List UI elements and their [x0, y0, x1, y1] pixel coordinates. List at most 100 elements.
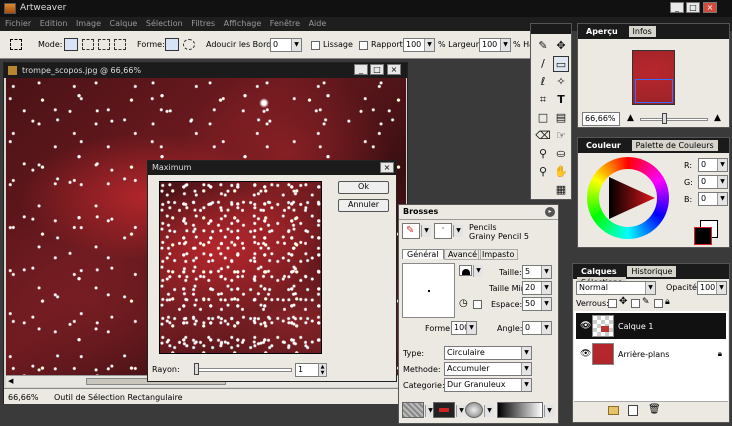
brush-tool-icon[interactable]: ✎	[535, 38, 551, 54]
forme-input[interactable]: 100 ▼	[451, 321, 477, 335]
lock-all-checkbox[interactable]	[654, 299, 663, 308]
chevron-down-icon[interactable]: ▼	[453, 225, 463, 237]
mode-add-icon[interactable]	[82, 39, 94, 50]
foreground-color-swatch[interactable]	[694, 227, 712, 245]
lasso-tool-icon[interactable]: ℓ	[535, 74, 551, 90]
chevron-down-icon[interactable]: ▼	[521, 347, 531, 359]
layer-row-arriere-plans[interactable]: 👁︎ Arrière-plans 🔒︎	[576, 341, 726, 367]
brush-tip-button[interactable]: ·	[434, 223, 452, 239]
cancel-button[interactable]: Annuler	[338, 199, 389, 212]
tab-palette[interactable]: Palette de Couleurs	[631, 140, 718, 151]
dialog-preview-image[interactable]	[159, 181, 322, 354]
adoucir-input[interactable]: 0 ▼	[270, 38, 302, 52]
clock-icon[interactable]: ◷	[459, 298, 468, 309]
chevron-down-icon[interactable]: ▼	[421, 225, 431, 237]
dialog-close-button[interactable]: ×	[380, 162, 394, 173]
lock-transparency-checkbox[interactable]	[608, 299, 617, 308]
ok-button[interactable]: Ok	[338, 181, 389, 194]
close-button[interactable]: ×	[703, 2, 717, 13]
tab-impasto[interactable]: Impasto	[478, 249, 519, 260]
menu-filtres[interactable]: Filtres	[191, 19, 215, 28]
pattern-swatch[interactable]	[465, 402, 483, 418]
preview-zoom-input[interactable]: 66,66%	[582, 112, 620, 126]
scroll-left-arrow[interactable]: ◀	[8, 377, 13, 385]
tab-general[interactable]: Général	[402, 249, 444, 259]
layer-row-calque-1[interactable]: 👁︎ Calque 1	[576, 313, 726, 339]
r-input[interactable]: 0 ▼	[698, 158, 728, 172]
grid-tool-icon[interactable]: ▦	[553, 182, 569, 198]
chevron-down-icon[interactable]: ▼	[424, 39, 434, 51]
new-folder-icon[interactable]	[608, 406, 619, 415]
menu-fenetre[interactable]: Fenêtre	[270, 19, 300, 28]
b-input[interactable]: 0 ▼	[698, 192, 728, 206]
menu-selection[interactable]: Sélection	[146, 19, 183, 28]
eyedropper-tool-icon[interactable]: ⚲	[535, 146, 551, 162]
type-select[interactable]: Circulaire ▼	[444, 346, 532, 360]
eraser-tool-icon[interactable]: ⌫	[535, 128, 551, 144]
categorie-select[interactable]: Dur Granuleux ▼	[444, 378, 532, 392]
largeur-input[interactable]: 100 ▼	[479, 38, 511, 52]
angle-input[interactable]: 0 ▼	[522, 321, 552, 335]
blend-mode-select[interactable]: Normal ▼	[576, 281, 656, 295]
mode-new-icon[interactable]	[64, 38, 78, 51]
doc-maximize-button[interactable]: □	[370, 64, 384, 75]
zoom-slider-thumb[interactable]	[662, 113, 667, 124]
marquee-tool-button[interactable]: ▭	[553, 56, 569, 72]
lock-paint-checkbox[interactable]	[631, 299, 640, 308]
tab-historique[interactable]: Historique	[627, 266, 677, 277]
menu-calque[interactable]: Calque	[110, 19, 138, 28]
eye-icon[interactable]: 👁︎	[580, 321, 591, 331]
chevron-down-icon[interactable]: ▼	[645, 282, 655, 294]
tab-calques[interactable]: Calques	[577, 266, 621, 277]
text-tool-icon[interactable]: T	[553, 92, 569, 108]
zoom-slider-track[interactable]	[640, 118, 708, 121]
zoom-out-icon[interactable]: ▲	[627, 113, 634, 123]
bucket-tool-icon[interactable]: ⛀	[553, 146, 569, 162]
shape-tool-icon[interactable]: □	[535, 110, 551, 126]
rapport-input[interactable]: 100 ▼	[403, 38, 435, 52]
lissage-checkbox[interactable]	[311, 41, 320, 50]
paper-swatch[interactable]	[433, 402, 455, 418]
chevron-down-icon[interactable]: ▼	[717, 193, 727, 205]
opacity-input[interactable]: 100 ▼	[697, 281, 727, 295]
maximize-button[interactable]: □	[686, 2, 700, 13]
chevron-down-icon[interactable]: ▼	[466, 322, 476, 334]
brush-shape-icon[interactable]	[459, 265, 472, 276]
chevron-down-icon[interactable]: ▼	[484, 405, 494, 417]
minimize-button[interactable]: _	[670, 2, 684, 13]
shape-ellipse-icon[interactable]	[183, 39, 195, 50]
rapport-checkbox[interactable]	[359, 41, 368, 50]
gradient-swatch[interactable]	[497, 402, 543, 418]
espace-input[interactable]: 50 ▼	[522, 297, 552, 311]
chevron-down-icon[interactable]: ▼	[521, 379, 531, 391]
menu-affichage[interactable]: Affichage	[224, 19, 262, 28]
radius-slider-thumb[interactable]	[194, 363, 199, 375]
line-tool-icon[interactable]: /	[535, 56, 551, 72]
tab-apercu[interactable]: Aperçu	[582, 26, 622, 37]
zoom-in-icon[interactable]: ▲	[714, 113, 721, 123]
eye-icon[interactable]: 👁︎	[580, 349, 591, 359]
chevron-down-icon[interactable]: ▼	[291, 39, 301, 51]
menu-aide[interactable]: Aide	[309, 19, 327, 28]
menu-image[interactable]: Image	[76, 19, 101, 28]
panel-menu-icon[interactable]: ▸	[545, 207, 555, 217]
chevron-down-icon[interactable]: ▼	[541, 266, 551, 278]
texture-swatch[interactable]	[402, 402, 424, 418]
doc-minimize-button[interactable]: _	[354, 64, 368, 75]
methode-select[interactable]: Accumuler ▼	[444, 362, 532, 376]
chevron-down-icon[interactable]: ▼	[473, 265, 483, 277]
crop-tool-icon[interactable]: ⌗	[535, 92, 551, 108]
radius-spinner[interactable]: ▲ ▼	[318, 363, 327, 377]
shape-rect-icon[interactable]	[165, 38, 179, 51]
doc-close-button[interactable]: ×	[387, 64, 401, 75]
tab-couleur[interactable]: Couleur	[582, 140, 625, 151]
hand-tool-icon[interactable]: ✋	[553, 164, 569, 180]
gradient-tool-icon[interactable]: ▤	[553, 110, 569, 126]
chevron-down-icon[interactable]: ▼	[716, 282, 726, 294]
taille-input[interactable]: 5 ▼	[522, 265, 552, 279]
chevron-down-icon[interactable]: ▼	[521, 363, 531, 375]
move-tool-icon[interactable]: ✥	[553, 38, 569, 54]
menu-fichier[interactable]: Fichier	[5, 19, 31, 28]
radius-slider-track[interactable]	[196, 368, 292, 372]
new-layer-icon[interactable]	[628, 405, 638, 416]
